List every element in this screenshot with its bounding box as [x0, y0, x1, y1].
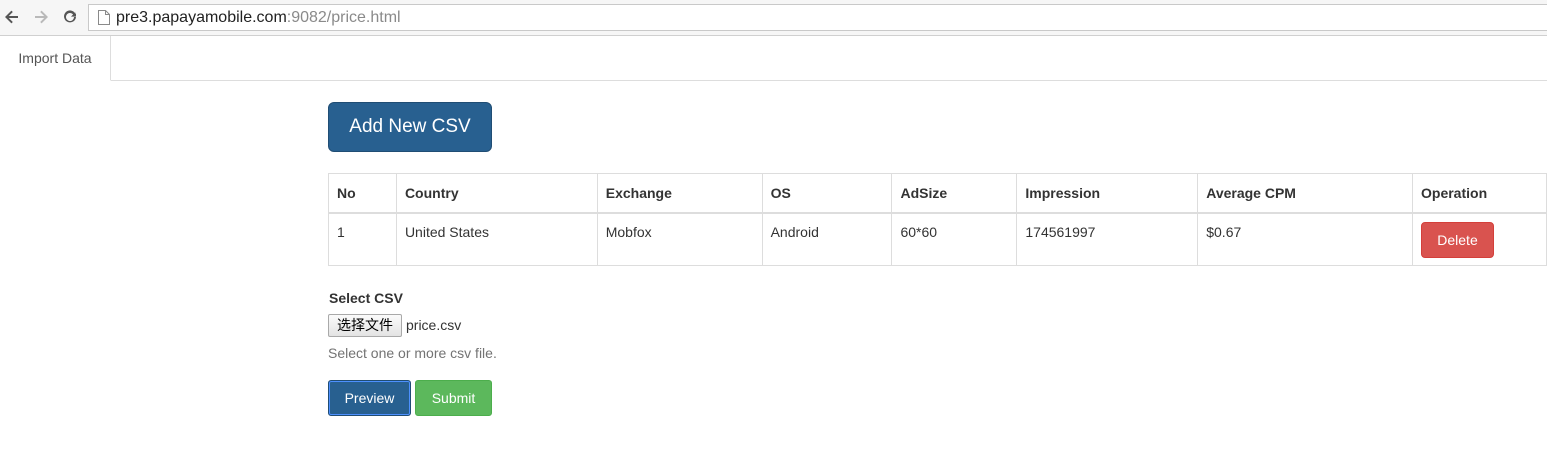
url-path: :9082/price.html — [286, 8, 401, 26]
selected-file-name: price.csv — [406, 317, 462, 333]
address-bar[interactable]: pre3.papayamobile.com:9082/price.html — [88, 4, 1547, 31]
cell-adsize: 60*60 — [891, 212, 1018, 266]
column-header-exchange: Exchange — [596, 173, 763, 214]
cell-exchange: Mobfox — [596, 212, 763, 266]
help-text: Select one or more csv file. — [328, 345, 497, 361]
table-row: 1 United States Mobfox Android 60*60 174… — [328, 212, 1547, 266]
cell-operation: Delete — [1412, 212, 1547, 266]
price-table: No Country Exchange OS AdSize Impression… — [328, 173, 1547, 266]
reload-icon[interactable] — [59, 6, 81, 28]
browser-toolbar: pre3.papayamobile.com:9082/price.html — [0, 0, 1547, 36]
cell-no: 1 — [328, 212, 397, 266]
tab-import-data[interactable]: Import Data — [0, 36, 111, 81]
preview-button[interactable]: Preview — [328, 380, 411, 416]
column-header-os: OS — [761, 173, 893, 214]
url-text: pre3.papayamobile.com:9082/price.html — [116, 9, 401, 27]
submit-button[interactable]: Submit — [415, 380, 492, 416]
page-icon — [95, 9, 113, 27]
select-csv-label: Select CSV — [329, 290, 403, 306]
column-header-adsize: AdSize — [891, 173, 1018, 214]
add-new-csv-button[interactable]: Add New CSV — [328, 102, 492, 152]
column-header-average-cpm: Average CPM — [1197, 173, 1413, 214]
table-header-row: No Country Exchange OS AdSize Impression… — [328, 173, 1547, 214]
url-host: pre3.papayamobile.com — [116, 8, 287, 26]
back-arrow-icon[interactable] — [1, 6, 23, 28]
choose-file-button[interactable]: 选择文件 — [328, 313, 402, 337]
tab-strip: Import Data — [0, 36, 1547, 81]
forward-arrow-icon[interactable] — [30, 6, 52, 28]
cell-os: Android — [761, 212, 893, 266]
column-header-no: No — [328, 173, 397, 214]
column-header-country: Country — [395, 173, 598, 214]
cell-average-cpm: $0.67 — [1197, 212, 1413, 266]
cell-impression: 174561997 — [1016, 212, 1199, 266]
cell-country: United States — [395, 212, 598, 266]
column-header-impression: Impression — [1016, 173, 1199, 214]
delete-button[interactable]: Delete — [1421, 221, 1494, 258]
column-header-operation: Operation — [1412, 173, 1547, 214]
file-input: 选择文件 price.csv — [328, 313, 461, 337]
